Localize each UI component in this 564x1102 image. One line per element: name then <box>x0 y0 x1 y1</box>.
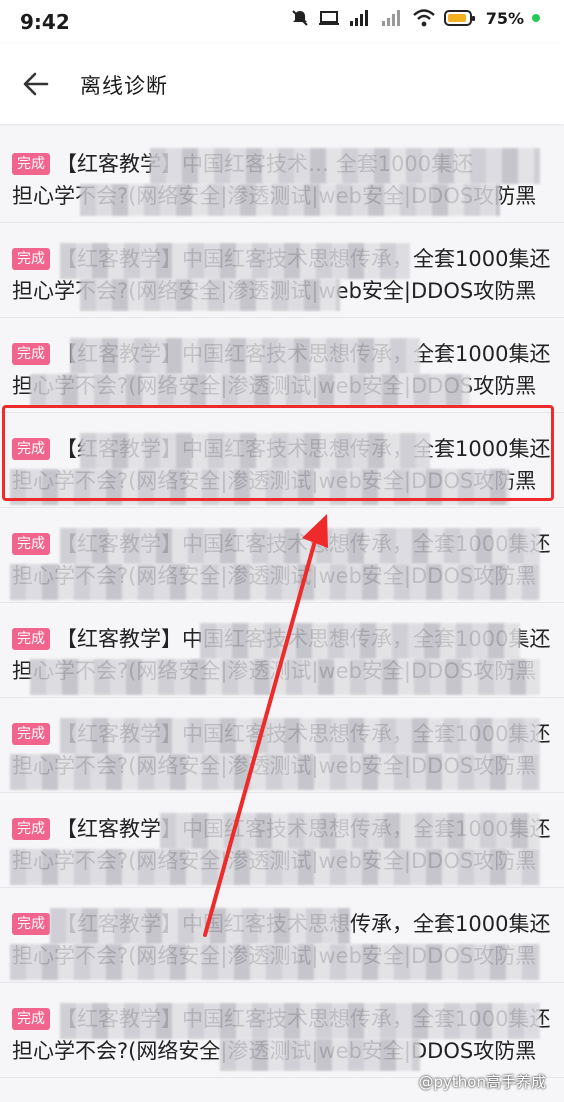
wifi-icon <box>412 9 435 27</box>
status-badge: 完成 <box>12 533 50 555</box>
list-item[interactable]: 完成【红客教学】中国红客技术思想传承，全套1000集还担心学不会?(网络安全|渗… <box>0 983 564 1078</box>
status-icons: 75% <box>290 8 540 28</box>
pixelation-mask <box>150 148 540 184</box>
pixelation-mask <box>80 184 500 216</box>
pixelation-mask <box>160 813 540 849</box>
list-item[interactable]: 完成【红客教学】中国红客技术思想传承，全套1000集还担心学不会?(网络安全|渗… <box>0 603 564 698</box>
pixelation-mask <box>80 433 430 469</box>
pixelation-mask <box>10 944 540 980</box>
pixelation-mask <box>10 469 510 505</box>
watermark: @python高手养成 <box>418 1073 546 1091</box>
pixelation-mask <box>60 718 540 754</box>
list-item[interactable]: 完成【红客教学】中国红客技术思想传承，全套1000集还担心学不会?(网络安全|渗… <box>0 888 564 983</box>
signal-icon <box>381 10 400 26</box>
mute-icon <box>291 10 308 26</box>
status-badge: 完成 <box>12 248 50 270</box>
status-bar: 9:42 75% <box>0 0 564 44</box>
charging-dot <box>532 14 540 22</box>
pixelation-mask <box>70 338 420 374</box>
pixelation-mask <box>60 528 540 564</box>
signal-hd-icon <box>349 10 368 26</box>
status-time: 9:42 <box>20 10 70 34</box>
status-badge: 完成 <box>12 913 50 935</box>
status-badge: 完成 <box>12 153 50 175</box>
status-badge: 完成 <box>12 438 50 460</box>
page-title: 离线诊断 <box>80 74 168 98</box>
status-badge: 完成 <box>12 723 50 745</box>
app-header: 离线诊断 <box>0 44 564 124</box>
pixelation-mask <box>80 279 340 311</box>
pixelation-mask <box>50 908 350 944</box>
list-item[interactable]: 完成【红客教学】中国红客技术思想传承，全套1000集还担心学不会?(网络安全|渗… <box>0 793 564 888</box>
pixelation-mask <box>30 374 470 406</box>
back-button[interactable] <box>18 66 54 102</box>
battery-icon <box>443 10 475 26</box>
download-list: 完成【红客教学】中国红客技术… 全套1000集还担心学不会?(网络安全|渗透测试… <box>0 128 564 1078</box>
pixelation-mask <box>10 564 540 600</box>
pixelation-mask <box>10 754 540 790</box>
pixelation-mask <box>30 659 540 695</box>
pixelation-mask <box>10 849 540 885</box>
status-badge: 完成 <box>12 628 50 650</box>
pixelation-mask <box>220 1039 420 1071</box>
status-badge: 完成 <box>12 343 50 365</box>
pixelation-mask <box>60 243 410 279</box>
list-item[interactable]: 完成【红客教学】中国红客技术思想传承，全套1000集还担心学不会?(网络安全|渗… <box>0 508 564 603</box>
status-badge: 完成 <box>12 1008 50 1030</box>
list-item[interactable]: 完成【红客教学】中国红客技术思想传承，全套1000集还担心学不会?(网络安全|渗… <box>0 318 564 413</box>
arrow-left-icon <box>23 72 49 96</box>
list-item[interactable]: 完成【红客教学】中国红客技术思想传承，全套1000集还担心学不会?(网络安全|渗… <box>0 698 564 793</box>
laptop-icon <box>318 11 339 25</box>
battery-percent: 75% <box>485 8 524 28</box>
pixelation-mask <box>200 623 520 659</box>
pixelation-mask <box>60 1003 540 1039</box>
status-badge: 完成 <box>12 818 50 840</box>
list-item[interactable]: 完成【红客教学】中国红客技术思想传承，全套1000集还担心学不会?(网络安全|渗… <box>0 223 564 318</box>
list-item[interactable]: 完成【红客教学】中国红客技术思想传承，全套1000集还担心学不会?(网络安全|渗… <box>0 413 564 508</box>
list-item[interactable]: 完成【红客教学】中国红客技术… 全套1000集还担心学不会?(网络安全|渗透测试… <box>0 128 564 223</box>
